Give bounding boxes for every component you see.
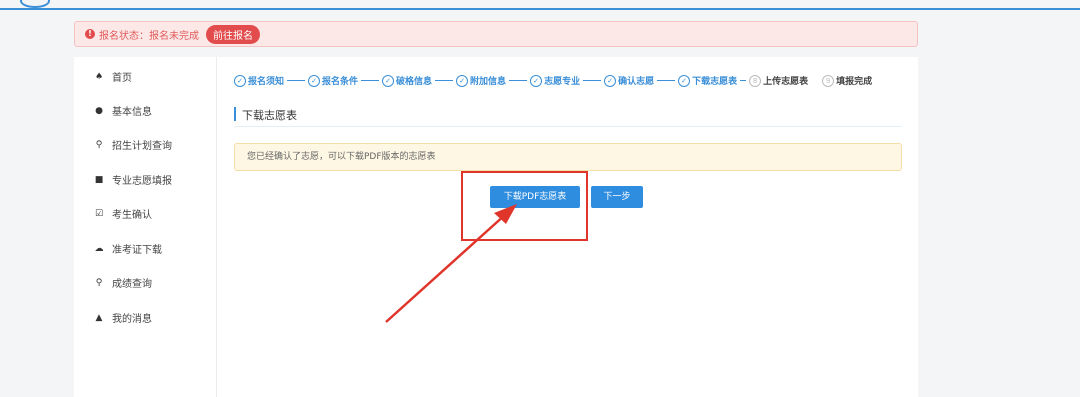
check-circle-icon: ✓: [234, 74, 246, 87]
go-register-button[interactable]: 前往报名: [206, 24, 260, 44]
step-confirm-preference[interactable]: ✓ 确认志愿: [604, 74, 654, 87]
step-label: 上传志愿表: [763, 77, 809, 87]
step-connector: [361, 80, 380, 81]
sidebar-item-label: 专业志愿填报: [112, 176, 172, 187]
step-preferred-major[interactable]: ✓ 志愿专业: [530, 74, 580, 87]
sidebar-item-label: 我的消息: [112, 314, 152, 325]
registration-status-alert: ! 报名状态：报名未完成 前往报名: [74, 21, 918, 47]
step-label: 附加信息: [470, 77, 507, 87]
sidebar-item-label: 招生计划查询: [112, 141, 172, 152]
section-accent-bar: [234, 107, 236, 121]
step-label: 填报完成: [836, 77, 873, 87]
user-icon: ●: [95, 105, 103, 116]
sidebar-item-major-preference[interactable]: ■ 专业志愿填报: [94, 172, 172, 188]
step-registration-notice[interactable]: ✓ 报名须知: [234, 74, 284, 87]
search-icon: ⚲: [95, 139, 103, 150]
bell-icon: ▲: [95, 312, 103, 323]
sidebar-item-label: 基本信息: [112, 107, 152, 118]
annotation-highlight-box: [461, 171, 588, 241]
check-circle-icon: ✓: [530, 74, 543, 87]
step-label: 报名须知: [248, 77, 285, 87]
step-label: 确认志愿: [618, 77, 655, 87]
step-additional-info[interactable]: ✓ 附加信息: [456, 74, 506, 87]
main-panel: ♠ 首页 ● 基本信息 ⚲ 招生计划查询 ■ 专业志愿填报 ☑ 考生确认 ☁ 准…: [74, 57, 918, 397]
step-connector: [740, 80, 747, 81]
check-circle-icon: ✓: [382, 74, 395, 87]
step-label: 破格信息: [396, 77, 433, 87]
step-number-icon: 8: [749, 74, 762, 87]
search-icon: ⚲: [95, 277, 103, 288]
sidebar-item-label: 准考证下载: [112, 245, 162, 256]
step-connector: [287, 80, 306, 81]
sidebar-item-label: 首页: [112, 73, 132, 84]
section-title: 下载志愿表: [242, 109, 297, 122]
step-connector: [435, 80, 454, 81]
step-complete[interactable]: 9 填报完成: [822, 74, 872, 87]
sidebar-item-candidate-confirm[interactable]: ☑ 考生确认: [94, 206, 152, 222]
step-label: 报名条件: [322, 77, 359, 87]
sidebar-item-admission-ticket[interactable]: ☁ 准考证下载: [94, 241, 163, 257]
step-label: 志愿专业: [544, 77, 581, 87]
step-registration-conditions[interactable]: ✓ 报名条件: [308, 74, 358, 87]
step-connector: [583, 80, 602, 81]
home-icon: ♠: [94, 71, 104, 82]
sidebar: ♠ 首页 ● 基本信息 ⚲ 招生计划查询 ■ 专业志愿填报 ☑ 考生确认 ☁ 准…: [74, 57, 217, 397]
check-circle-icon: ✓: [308, 74, 321, 87]
step-exception-info[interactable]: ✓ 破格信息: [382, 74, 432, 87]
check-circle-icon: ✓: [678, 74, 691, 87]
alert-text: 报名状态：报名未完成: [99, 30, 199, 42]
step-number-icon: 9: [822, 74, 835, 87]
sidebar-item-score-query[interactable]: ⚲ 成绩查询: [94, 275, 152, 291]
next-step-button[interactable]: 下一步: [591, 186, 643, 208]
step-connector: [657, 80, 676, 81]
checkbox-icon: ☑: [94, 208, 104, 219]
sidebar-item-messages[interactable]: ▲ 我的消息: [94, 310, 152, 326]
sidebar-item-home[interactable]: ♠ 首页: [94, 69, 132, 85]
step-upload-form[interactable]: 8 上传志愿表: [749, 74, 808, 87]
sidebar-item-label: 成绩查询: [112, 279, 152, 290]
sidebar-item-label: 考生确认: [112, 210, 152, 221]
step-label: 下载志愿表: [692, 77, 738, 87]
progress-steps: ✓ 报名须知 ✓ 报名条件 ✓ 破格信息 ✓ 附加信息 ✓ 志愿专业 ✓ 确认志…: [234, 74, 872, 87]
check-circle-icon: ✓: [456, 74, 469, 87]
cloud-download-icon: ☁: [94, 243, 104, 254]
step-connector: [509, 80, 528, 81]
form-icon: ■: [94, 174, 104, 185]
confirmation-notice: 您已经确认了志愿，可以下载PDF版本的志愿表: [234, 143, 902, 171]
sidebar-item-basic-info[interactable]: ● 基本信息: [94, 103, 152, 119]
exclamation-icon: !: [85, 29, 95, 39]
check-circle-icon: ✓: [604, 74, 617, 87]
section-header: 下载志愿表: [234, 104, 902, 127]
step-download-form[interactable]: ✓ 下载志愿表: [678, 74, 737, 87]
top-header-bar: [0, 0, 1080, 10]
logo-fragment: [20, 0, 50, 8]
sidebar-item-enrollment-plan[interactable]: ⚲ 招生计划查询: [94, 137, 172, 153]
